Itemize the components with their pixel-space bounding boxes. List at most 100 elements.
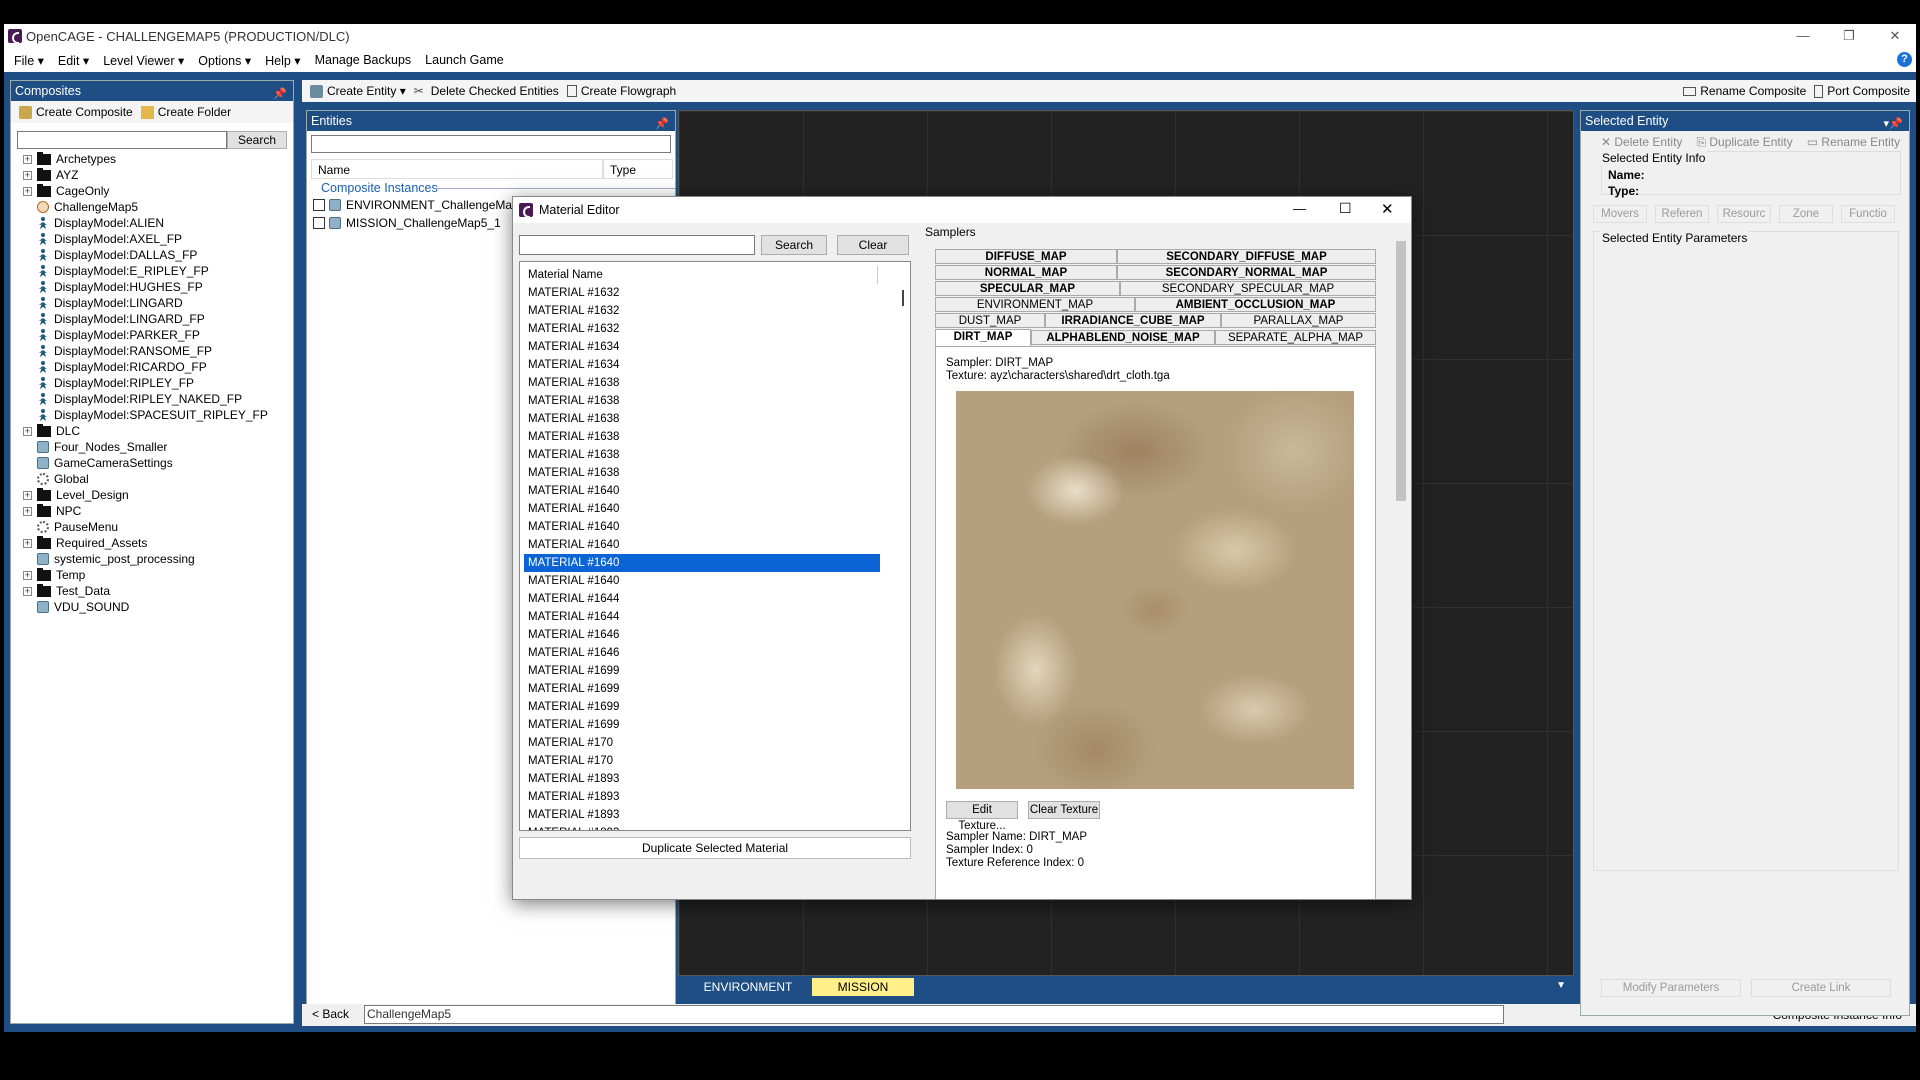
tab-separate-alpha-map[interactable]: SEPARATE_ALPHA_MAP [1215, 330, 1376, 345]
help-icon[interactable]: ? [1897, 52, 1912, 67]
tab-irradiance-cube-map[interactable]: IRRADIANCE_CUBE_MAP [1045, 313, 1221, 328]
tree-item[interactable]: DisplayModel:SPACESUIT_RIPLEY_FP [23, 407, 268, 423]
pin-icon[interactable]: 📌 [1889, 114, 1903, 134]
tree-item[interactable]: + DLC [23, 423, 80, 439]
material-list-item[interactable]: MATERIAL #1638 [524, 410, 880, 428]
expand-icon[interactable]: + [23, 570, 32, 580]
edit-texture-button[interactable]: Edit Texture... [946, 801, 1018, 832]
col-header-name[interactable]: Name [311, 159, 603, 179]
tree-item[interactable]: DisplayModel:E_RIPLEY_FP [23, 263, 209, 279]
material-name-header[interactable]: Material Name [524, 266, 878, 284]
dialog-close-button[interactable]: ✕ [1381, 200, 1394, 218]
entity-checkbox[interactable] [313, 217, 325, 229]
entity-checkbox[interactable] [313, 199, 325, 211]
tree-item[interactable]: DisplayModel:RIPLEY_FP [23, 375, 194, 391]
tree-item[interactable]: + NPC [23, 503, 81, 519]
tab-parallax-map[interactable]: PARALLAX_MAP [1221, 313, 1376, 328]
tree-item[interactable]: DisplayModel:HUGHES_FP [23, 279, 203, 295]
expand-icon[interactable]: + [23, 186, 32, 196]
material-list-item[interactable]: MATERIAL #1640 [524, 554, 880, 572]
composites-search-button[interactable]: Search [227, 131, 287, 149]
tree-item[interactable]: DisplayModel:LINGARD_FP [23, 311, 205, 327]
tab-environment[interactable]: ENVIRONMENT [698, 978, 798, 996]
material-list-item[interactable]: MATERIAL #1638 [524, 392, 880, 410]
tree-item[interactable]: DisplayModel:PARKER_FP [23, 327, 200, 343]
tree-item[interactable]: DisplayModel:LINGARD [23, 295, 183, 311]
delete-checked-button[interactable]: ✂ Delete Checked Entities [414, 84, 559, 98]
menu-launch-game[interactable]: Launch Game [425, 53, 504, 67]
material-list-item[interactable]: MATERIAL #1644 [524, 608, 880, 626]
material-list-item[interactable]: MATERIAL #1638 [524, 428, 880, 446]
minimize-button[interactable]: — [1780, 24, 1826, 48]
dialog-maximize-button[interactable]: ☐ [1339, 200, 1352, 217]
tab-references[interactable]: Referen [1655, 205, 1709, 223]
back-button[interactable]: < Back [312, 1007, 349, 1021]
material-list-item[interactable]: MATERIAL #1632 [524, 302, 880, 320]
expand-icon[interactable]: + [23, 586, 32, 596]
tree-item[interactable]: + CageOnly [23, 183, 109, 199]
expand-icon[interactable]: + [23, 154, 32, 164]
close-button[interactable]: ✕ [1872, 24, 1916, 48]
tab-environment-map[interactable]: ENVIRONMENT_MAP [935, 297, 1135, 312]
delete-entity-button[interactable]: ✕ Delete Entity [1601, 135, 1682, 150]
tree-item[interactable]: DisplayModel:RANSOME_FP [23, 343, 212, 359]
material-clear-button[interactable]: Clear [837, 235, 909, 255]
list-scrollbar-thumb[interactable] [902, 290, 904, 306]
col-header-type[interactable]: Type [603, 159, 673, 179]
rename-entity-button[interactable]: ▭ Rename Entity [1807, 135, 1900, 150]
menu-options[interactable]: Options ▾ [198, 53, 251, 68]
material-list-item[interactable]: MATERIAL #1634 [524, 356, 880, 374]
material-list-item[interactable]: MATERIAL #1632 [524, 284, 880, 302]
chevron-down-icon[interactable]: ▾ [1883, 114, 1889, 134]
material-list-item[interactable]: MATERIAL #1893 [524, 770, 880, 788]
material-list-item[interactable]: MATERIAL #1638 [524, 464, 880, 482]
material-list-item[interactable]: MATERIAL #1640 [524, 518, 880, 536]
tree-item[interactable]: + AYZ [23, 167, 78, 183]
tab-normal-map[interactable]: NORMAL_MAP [935, 265, 1117, 280]
tree-item[interactable]: VDU_SOUND [23, 599, 129, 615]
tree-item[interactable]: GameCameraSettings [23, 455, 173, 471]
material-list-item[interactable]: MATERIAL #1699 [524, 680, 880, 698]
path-field[interactable]: ChallengeMap5 [364, 1005, 1504, 1024]
material-list-item[interactable]: MATERIAL #1640 [524, 500, 880, 518]
expand-icon[interactable]: + [23, 170, 32, 180]
composites-search-input[interactable] [17, 131, 227, 149]
tab-zone[interactable]: Zone [1779, 205, 1833, 223]
tree-item[interactable]: Global [23, 471, 89, 487]
menu-help[interactable]: Help ▾ [265, 53, 300, 68]
dialog-minimize-button[interactable]: — [1293, 201, 1306, 216]
menu-level-viewer[interactable]: Level Viewer ▾ [103, 53, 184, 68]
material-list-item[interactable]: MATERIAL #1699 [524, 698, 880, 716]
samplers-scrollbar-thumb[interactable] [1396, 241, 1406, 501]
menu-file[interactable]: File ▾ [14, 53, 44, 68]
tree-item[interactable]: + Temp [23, 567, 85, 583]
material-search-button[interactable]: Search [761, 235, 827, 255]
tree-item[interactable]: systemic_post_processing [23, 551, 195, 567]
material-list-item[interactable]: MATERIAL #1632 [524, 320, 880, 338]
material-list-item[interactable]: MATERIAL #1640 [524, 572, 880, 590]
create-composite-button[interactable]: Create Composite [19, 105, 133, 119]
tree-item[interactable]: + Test_Data [23, 583, 110, 599]
pin-icon[interactable]: 📌 [273, 84, 287, 104]
material-list-item[interactable]: MATERIAL #1699 [524, 662, 880, 680]
restore-button[interactable]: ❐ [1826, 24, 1872, 48]
material-list-item[interactable]: MATERIAL #1634 [524, 338, 880, 356]
tab-dust-map[interactable]: DUST_MAP [935, 313, 1045, 328]
expand-icon[interactable]: + [23, 506, 32, 516]
duplicate-material-button[interactable]: Duplicate Selected Material [519, 837, 911, 859]
tree-item[interactable]: DisplayModel:AXEL_FP [23, 231, 182, 247]
tree-item[interactable]: DisplayModel:RICARDO_FP [23, 359, 207, 375]
tree-item[interactable]: + Required_Assets [23, 535, 147, 551]
entity-row[interactable]: MISSION_ChallengeMap5_1 [313, 215, 501, 231]
create-folder-button[interactable]: Create Folder [140, 105, 231, 119]
expand-icon[interactable]: + [23, 490, 32, 500]
material-list-item[interactable]: MATERIAL #1646 [524, 644, 880, 662]
create-flowgraph-button[interactable]: Create Flowgraph [566, 84, 676, 98]
tab-resources[interactable]: Resourc [1717, 205, 1771, 223]
entities-search-input[interactable] [311, 135, 671, 153]
material-list-item[interactable]: MATERIAL #1638 [524, 374, 880, 392]
material-list-item[interactable]: MATERIAL #1640 [524, 482, 880, 500]
menu-edit[interactable]: Edit ▾ [58, 53, 89, 68]
material-list-item[interactable]: MATERIAL #1644 [524, 590, 880, 608]
tab-secondary-diffuse-map[interactable]: SECONDARY_DIFFUSE_MAP [1117, 249, 1376, 264]
